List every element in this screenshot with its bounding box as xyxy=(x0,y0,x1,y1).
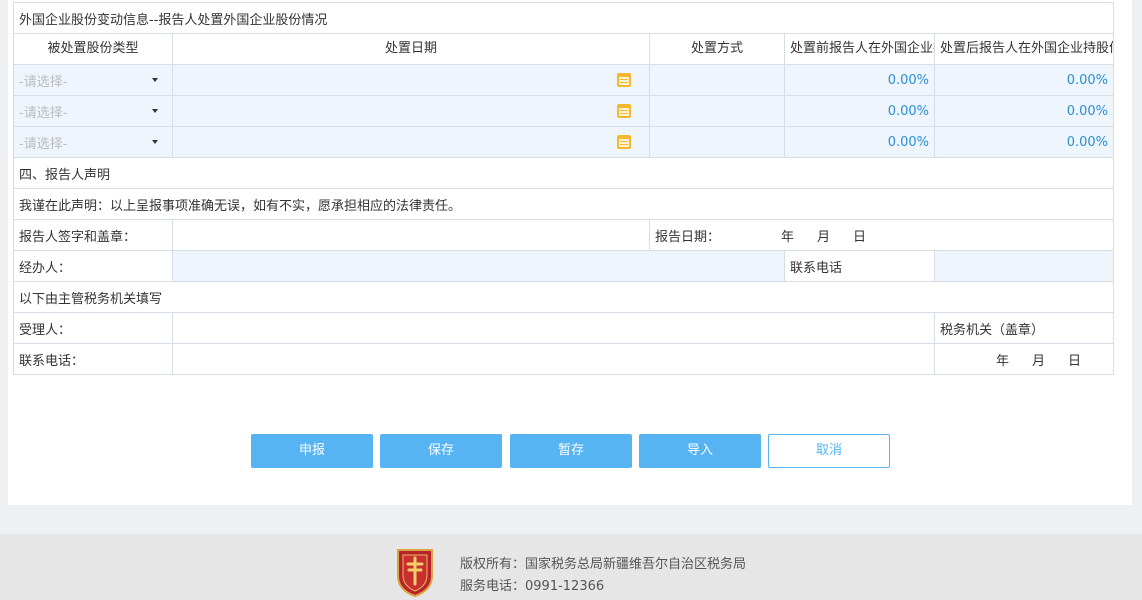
report-date: 报告日期： 年 月 日 xyxy=(648,219,1115,251)
import-button[interactable]: 导入 xyxy=(639,434,761,468)
report-date-label: 报告日期： xyxy=(655,229,721,245)
disposal-form-table: 外国企业股份变动信息--报告人处置外国企业股份情况 被处置股份类型 处置日期 处… xyxy=(12,2,1115,375)
share-type-select[interactable]: -请选择- xyxy=(13,95,173,127)
header-disposal-date: 处置日期 xyxy=(172,33,650,65)
after-share-input[interactable]: 0.00% xyxy=(933,64,1115,96)
after-share-input[interactable]: 0.00% xyxy=(933,126,1115,158)
disposal-date-input[interactable] xyxy=(172,95,650,127)
before-share-input[interactable]: 0.00% xyxy=(784,126,935,158)
copyright-text: 版权所有：国家税务总局新疆维吾尔自治区税务局 xyxy=(460,557,747,572)
handler-label: 经办人： xyxy=(13,250,173,282)
share-type-select-value: -请选择- xyxy=(19,136,68,152)
tax-phone-label: 联系电话： xyxy=(13,343,173,375)
report-year-label: 年 xyxy=(781,229,795,245)
caret-down-icon xyxy=(152,78,158,82)
footer: 版权所有：国家税务总局新疆维吾尔自治区税务局 服务电话：0991-12366 xyxy=(0,534,1142,600)
before-share-input[interactable]: 0.00% xyxy=(784,95,935,127)
disposal-method-input[interactable] xyxy=(649,95,785,127)
signature-label: 报告人签字和盖章： xyxy=(13,219,173,251)
header-share-type: 被处置股份类型 xyxy=(13,33,173,65)
report-day-label: 日 xyxy=(853,229,867,245)
receiver-value xyxy=(172,312,935,344)
tax-emblem-icon xyxy=(397,549,433,598)
tax-office-label: 税务机关（盖章） xyxy=(933,312,1115,344)
tax-year-label: 年 xyxy=(996,353,1010,369)
section-title: 外国企业股份变动信息--报告人处置外国企业股份情况 xyxy=(12,2,1115,34)
submit-button[interactable]: 申报 xyxy=(251,434,373,468)
calendar-icon[interactable] xyxy=(617,135,631,149)
header-disposal-method: 处置方式 xyxy=(649,33,785,65)
phone-label: 联系电话 xyxy=(784,250,935,282)
service-phone-text: 服务电话：0991-12366 xyxy=(460,579,605,594)
share-type-select[interactable]: -请选择- xyxy=(13,64,173,96)
tax-phone-value xyxy=(172,343,935,375)
header-after-share: 处置后报告人在外国企业持股份额 xyxy=(933,33,1115,65)
disposal-method-input[interactable] xyxy=(649,64,785,96)
form-panel: 外国企业股份变动信息--报告人处置外国企业股份情况 被处置股份类型 处置日期 处… xyxy=(8,0,1132,505)
disposal-method-input[interactable] xyxy=(649,126,785,158)
phone-input[interactable] xyxy=(933,250,1115,282)
declaration-text: 我谨在此声明：以上呈报事项准确无误，如有不实，愿承担相应的法律责任。 xyxy=(12,188,1115,220)
header-before-share: 处置前报告人在外国企业持股份额 xyxy=(784,33,935,65)
tax-section-title: 以下由主管税务机关填写 xyxy=(12,281,1115,313)
caret-down-icon xyxy=(152,140,158,144)
table-row: -请选择- 0.00% 0.00% xyxy=(13,64,1115,96)
calendar-icon[interactable] xyxy=(617,73,631,87)
save-button[interactable]: 保存 xyxy=(380,434,502,468)
tax-day-label: 日 xyxy=(1068,353,1082,369)
temp-save-button[interactable]: 暂存 xyxy=(510,434,632,468)
caret-down-icon xyxy=(152,109,158,113)
cancel-button[interactable]: 取消 xyxy=(768,434,890,468)
disposal-date-input[interactable] xyxy=(172,126,650,158)
declaration-title: 四、报告人声明 xyxy=(12,157,1115,189)
signature-input[interactable] xyxy=(172,219,650,251)
share-type-select[interactable]: -请选择- xyxy=(13,126,173,158)
table-row: -请选择- 0.00% 0.00% xyxy=(13,95,1115,127)
after-share-input[interactable]: 0.00% xyxy=(933,95,1115,127)
before-share-input[interactable]: 0.00% xyxy=(784,64,935,96)
disposal-date-input[interactable] xyxy=(172,64,650,96)
calendar-icon[interactable] xyxy=(617,104,631,118)
receiver-label: 受理人： xyxy=(13,312,173,344)
table-row: -请选择- 0.00% 0.00% xyxy=(13,126,1115,158)
tax-month-label: 月 xyxy=(1032,353,1046,369)
handler-input[interactable] xyxy=(172,250,785,282)
report-month-label: 月 xyxy=(817,229,831,245)
tax-date: 年月日 xyxy=(933,343,1115,375)
share-type-select-value: -请选择- xyxy=(19,105,68,121)
share-type-select-value: -请选择- xyxy=(19,74,68,90)
